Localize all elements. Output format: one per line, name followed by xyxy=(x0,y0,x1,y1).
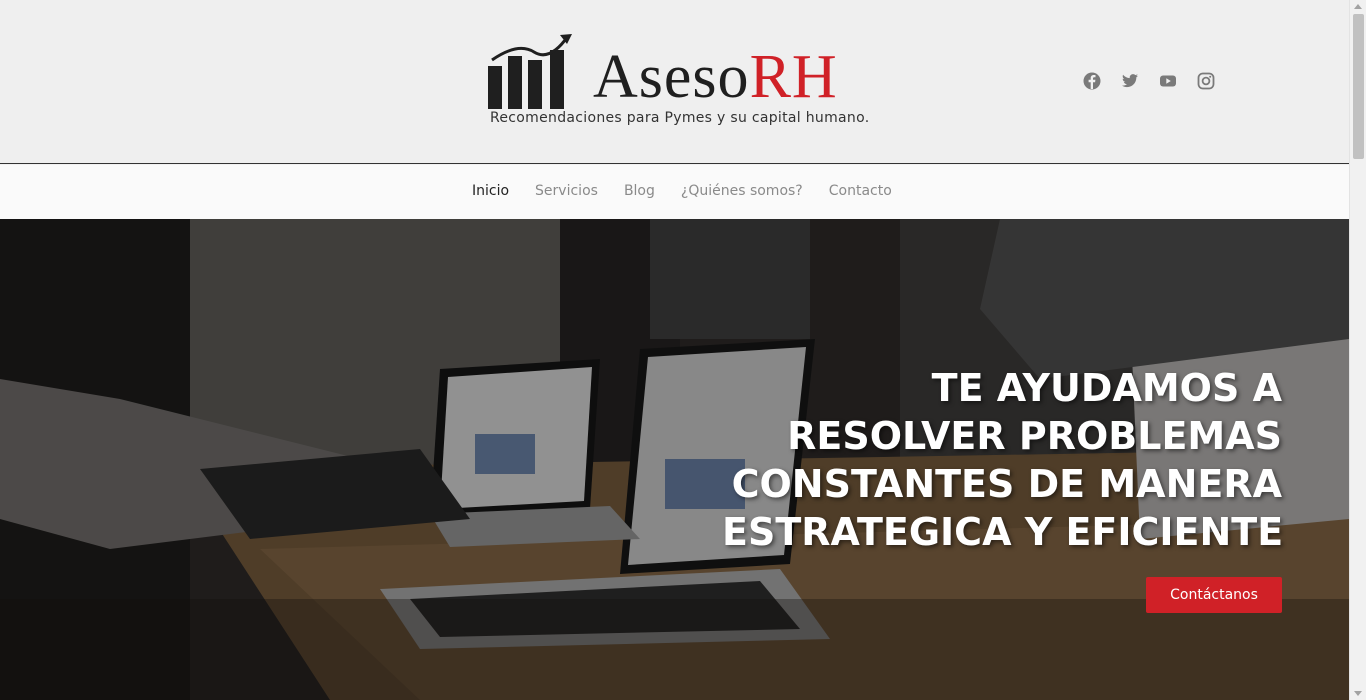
hero-heading: TE AYUDAMOS A RESOLVER PROBLEMAS CONSTAN… xyxy=(722,364,1284,556)
logo-wordmark: AsesoRH xyxy=(593,44,838,110)
logo-wordmark-accent: RH xyxy=(749,43,838,111)
hero-heading-line: ESTRATEGICA Y EFICIENTE xyxy=(722,510,1284,554)
social-links xyxy=(1083,72,1215,90)
site-logo[interactable]: AsesoRH Recomendaciones para Pymes y su … xyxy=(488,32,870,132)
scroll-down-arrow-icon[interactable] xyxy=(1354,691,1362,696)
hero-heading-line: RESOLVER PROBLEMAS xyxy=(787,414,1282,458)
instagram-icon[interactable] xyxy=(1197,72,1215,90)
hero-heading-line: CONSTANTES DE MANERA xyxy=(731,462,1282,506)
hero-section: TE AYUDAMOS A RESOLVER PROBLEMAS CONSTAN… xyxy=(0,219,1349,700)
hero-heading-line: TE AYUDAMOS A xyxy=(931,366,1282,410)
twitter-icon[interactable] xyxy=(1121,72,1139,90)
scrollbar-thumb[interactable] xyxy=(1353,14,1364,159)
facebook-icon[interactable] xyxy=(1083,72,1101,90)
site-header: AsesoRH Recomendaciones para Pymes y su … xyxy=(0,0,1349,164)
scroll-up-arrow-icon[interactable] xyxy=(1354,4,1362,9)
nav-item-servicios[interactable]: Servicios xyxy=(535,183,598,199)
nav-item-blog[interactable]: Blog xyxy=(624,183,655,199)
nav-item-inicio[interactable]: Inicio xyxy=(472,183,509,199)
contact-cta-button[interactable]: Contáctanos xyxy=(1146,577,1282,613)
page: AsesoRH Recomendaciones para Pymes y su … xyxy=(0,0,1349,700)
logo-wordmark-dark: Aseso xyxy=(593,43,750,111)
logo-chart-icon xyxy=(488,34,572,109)
site-tagline: Recomendaciones para Pymes y su capital … xyxy=(490,110,870,126)
nav-item-quienes-somos[interactable]: ¿Quiénes somos? xyxy=(681,183,803,199)
youtube-icon[interactable] xyxy=(1159,72,1177,90)
page-scrollbar[interactable] xyxy=(1349,0,1366,700)
nav-item-contacto[interactable]: Contacto xyxy=(829,183,892,199)
nav-list: Inicio Servicios Blog ¿Quiénes somos? Co… xyxy=(472,183,892,199)
main-navigation: Inicio Servicios Blog ¿Quiénes somos? Co… xyxy=(0,165,1349,219)
